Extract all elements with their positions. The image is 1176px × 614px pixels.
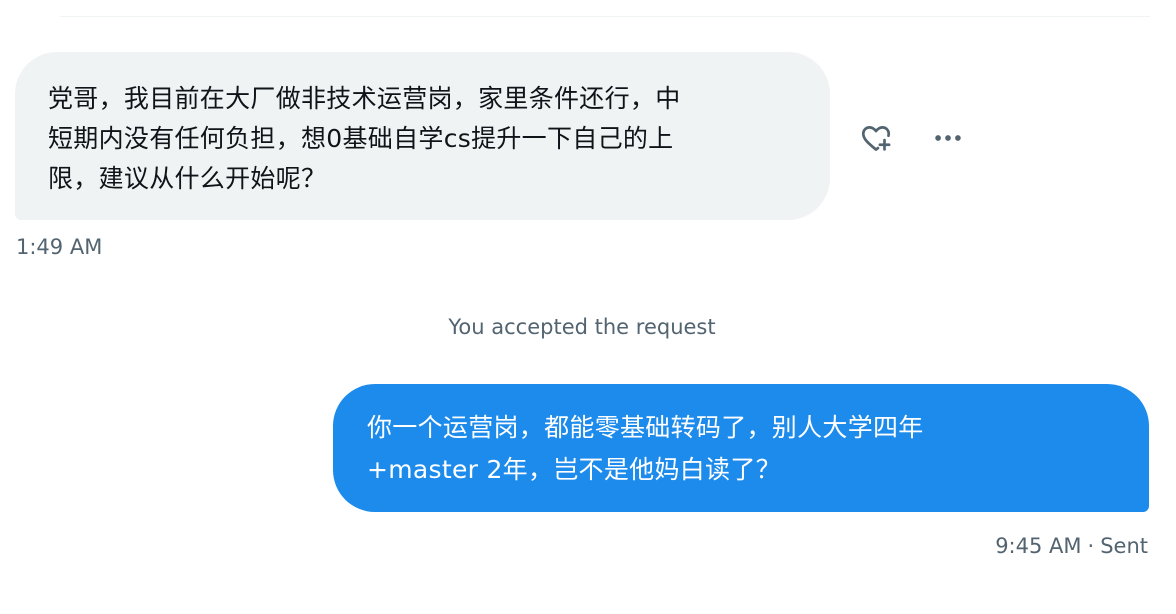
sent-status: Sent (1100, 534, 1148, 558)
incoming-timestamp: 1:49 AM (16, 235, 103, 259)
outgoing-message-line: +master 2年，岂不是他妈白读了？ (367, 455, 781, 484)
incoming-message-line: 党哥，我目前在大厂做非技术运营岗，家里条件还行，中 (48, 84, 681, 113)
dm-conversation: 党哥，我目前在大厂做非技术运营岗，家里条件还行，中 短期内没有任何负担，想0基础… (0, 0, 1176, 614)
heart-plus-icon (861, 126, 891, 151)
top-divider (60, 16, 1150, 17)
separator-dot: · (1087, 534, 1095, 558)
request-accepted-note: You accepted the request (448, 315, 716, 339)
outgoing-timestamp-status: 9:45 AM · Sent (995, 532, 1148, 560)
add-reaction-button[interactable] (856, 118, 896, 158)
more-horizontal-icon (935, 135, 961, 141)
more-options-button[interactable] (928, 118, 968, 158)
incoming-message-bubble[interactable]: 党哥，我目前在大厂做非技术运营岗，家里条件还行，中 短期内没有任何负担，想0基础… (15, 52, 830, 220)
incoming-message-line: 限，建议从什么开始呢？ (48, 164, 327, 193)
message-actions (856, 118, 968, 158)
outgoing-message-line: 你一个运营岗，都能零基础转码了，别人大学四年 (367, 413, 924, 442)
outgoing-timestamp: 9:45 AM (995, 534, 1082, 558)
incoming-message-line: 短期内没有任何负担，想0基础自学cs提升一下自己的上 (48, 124, 674, 153)
outgoing-message-bubble[interactable]: 你一个运营岗，都能零基础转码了，别人大学四年 +master 2年，岂不是他妈白… (333, 384, 1149, 512)
